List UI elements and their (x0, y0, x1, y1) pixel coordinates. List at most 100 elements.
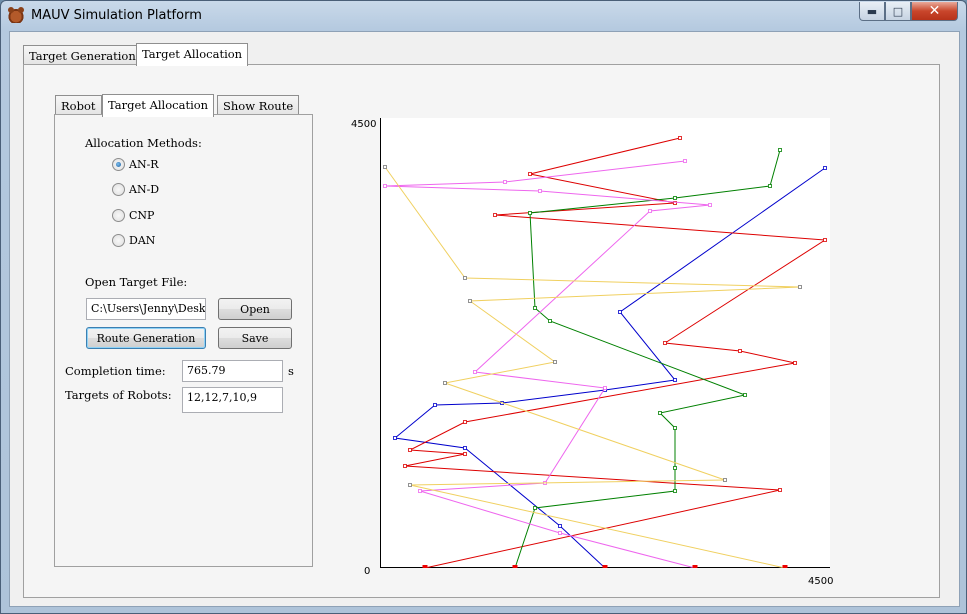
target-point-1-9 (823, 166, 827, 170)
radio-dan[interactable]: DAN (112, 234, 155, 247)
tab-target-allocation[interactable]: Target Allocation (136, 43, 249, 66)
plot-axes (380, 118, 830, 568)
target-point-4-10 (503, 180, 507, 184)
radio-an-d[interactable]: AN-D (112, 183, 159, 196)
target-point-1-3 (393, 436, 397, 440)
target-point-4-7 (708, 203, 712, 207)
title-bar[interactable]: MAUV Simulation Platform ▬ □ ✕ (1, 1, 966, 31)
target-point-3-9 (528, 211, 532, 215)
tab-target-generation[interactable]: Target Generation (23, 45, 142, 66)
target-point-5-6 (798, 285, 802, 289)
target-point-2-3 (463, 452, 467, 456)
target-point-5-5 (468, 299, 472, 303)
target-point-5-4 (553, 360, 557, 364)
robot-depot-2 (422, 565, 428, 569)
target-point-2-13 (678, 136, 682, 140)
route-generation-button[interactable]: Route Generation (86, 327, 206, 349)
subtab-target-allocation[interactable]: Target Allocation (102, 94, 215, 117)
save-button[interactable]: Save (218, 327, 292, 349)
open-button[interactable]: Open (218, 298, 292, 320)
subtab-robot[interactable]: Robot (55, 95, 102, 116)
targets-of-robots-field[interactable]: 12,12,7,10,9 (182, 387, 283, 413)
radio-an-r-label: AN-R (129, 158, 159, 171)
robot-depot-1 (602, 565, 608, 569)
completion-time-label: Completion time: (65, 364, 166, 378)
route-line-1 (393, 167, 826, 569)
target-point-2-8 (663, 341, 667, 345)
target-point-2-10 (493, 213, 497, 217)
robot-depot-5 (782, 565, 788, 569)
target-point-2-12 (528, 172, 532, 176)
target-point-3-7 (548, 319, 552, 323)
target-point-1-8 (618, 310, 622, 314)
target-point-5-2 (723, 478, 727, 482)
target-point-2-5 (463, 420, 467, 424)
target-point-4-9 (383, 184, 387, 188)
radio-cnp[interactable]: CNP (112, 209, 154, 222)
target-point-4-8 (538, 189, 542, 193)
radio-cnp-label: CNP (129, 209, 155, 222)
y-max-tick-label: 4500 (351, 119, 377, 130)
radio-dan-indicator[interactable] (112, 234, 125, 247)
target-point-1-1 (558, 524, 562, 528)
target-point-4-5 (473, 370, 477, 374)
target-point-5-8 (383, 165, 387, 169)
route-chart (380, 118, 830, 569)
target-point-5-7 (463, 276, 467, 280)
target-point-3-12 (778, 148, 782, 152)
robot-depot-4 (692, 565, 698, 569)
target-point-5-1 (408, 483, 412, 487)
radio-cnp-indicator[interactable] (112, 209, 125, 222)
target-point-3-4 (673, 426, 677, 430)
target-point-2-2 (403, 464, 407, 468)
target-point-2-7 (738, 349, 742, 353)
route-plot: 4500 0 4500 (340, 110, 840, 590)
window-title: MAUV Simulation Platform (31, 8, 202, 23)
target-point-3-6 (743, 393, 747, 397)
radio-an-r[interactable]: AN-R (112, 158, 159, 171)
allocation-methods-label: Allocation Methods: (85, 136, 202, 150)
completion-time-field[interactable]: 765.79 (182, 360, 283, 382)
target-point-4-6 (648, 209, 652, 213)
allocation-settings-panel: Allocation Methods: AN-R AN-D CNP DAN Op… (54, 114, 313, 567)
target-point-3-8 (533, 306, 537, 310)
target-point-4-1 (558, 531, 562, 535)
targets-of-robots-label: Targets of Robots: (65, 388, 172, 402)
target-point-1-7 (673, 378, 677, 382)
target-point-3-2 (673, 489, 677, 493)
close-button[interactable]: ✕ (911, 2, 958, 21)
maximize-button[interactable]: □ (885, 2, 911, 21)
target-point-4-2 (418, 489, 422, 493)
radio-an-r-indicator[interactable] (112, 158, 125, 171)
target-point-2-4 (408, 448, 412, 452)
target-point-3-1 (533, 506, 537, 510)
target-point-2-6 (793, 361, 797, 365)
target-point-1-2 (463, 446, 467, 450)
file-path-field[interactable]: C:\Users\Jenny\Desk (86, 298, 206, 320)
robot-depot-3 (512, 565, 518, 569)
target-point-3-10 (673, 196, 677, 200)
radio-an-d-indicator[interactable] (112, 183, 125, 196)
y-min-tick-label: 0 (364, 566, 371, 577)
radio-an-d-label: AN-D (129, 183, 160, 196)
plot-area (380, 118, 830, 569)
open-target-file-label: Open Target File: (85, 275, 188, 289)
target-point-5-3 (443, 381, 447, 385)
completion-time-unit: s (288, 364, 294, 378)
route-line-5 (384, 166, 801, 569)
app-window: MAUV Simulation Platform ▬ □ ✕ Target Ge… (0, 0, 967, 614)
route-line-2 (404, 137, 827, 569)
target-point-1-4 (433, 403, 437, 407)
app-bear-icon (8, 7, 24, 23)
target-point-3-11 (768, 184, 772, 188)
target-point-3-5 (658, 411, 662, 415)
target-point-3-3 (673, 466, 677, 470)
target-point-2-1 (778, 488, 782, 492)
minimize-button[interactable]: ▬ (859, 2, 885, 21)
target-point-2-9 (823, 238, 827, 242)
radio-dan-label: DAN (129, 234, 156, 247)
subtab-show-route[interactable]: Show Route (217, 95, 300, 116)
target-point-4-4 (603, 386, 607, 390)
x-max-tick-label: 4500 (808, 576, 834, 587)
client-area: Target Generation Target Allocation Robo… (9, 31, 960, 607)
